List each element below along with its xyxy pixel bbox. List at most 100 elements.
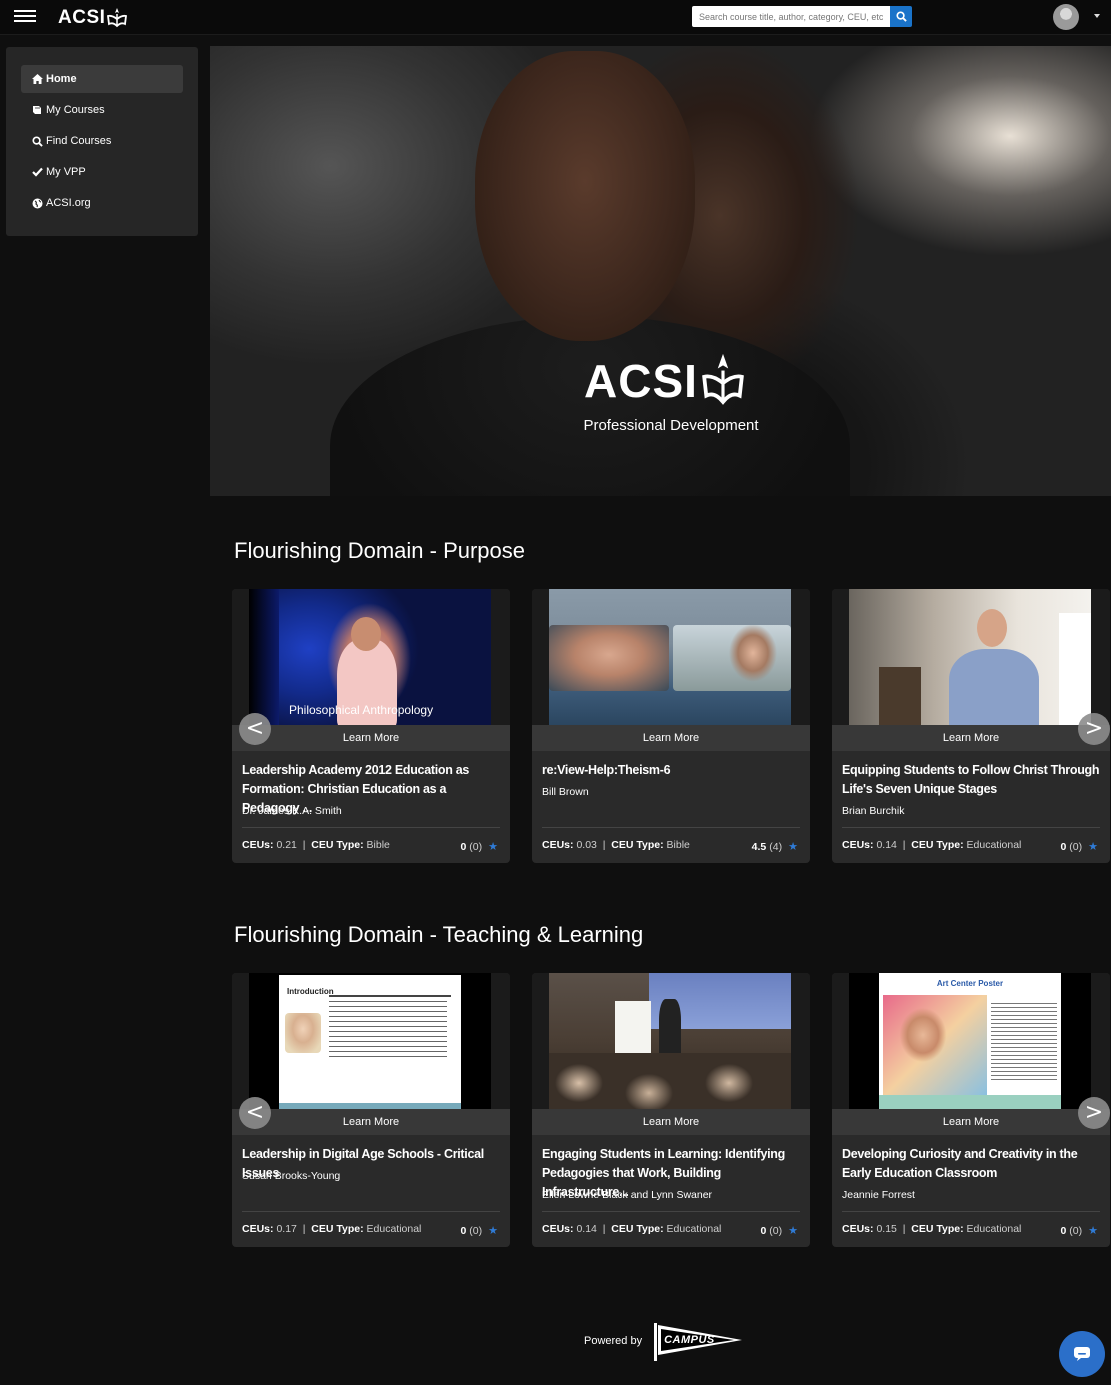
ceu-type-value: Bible bbox=[666, 839, 690, 851]
course-author: Bill Brown bbox=[542, 786, 589, 798]
divider bbox=[842, 1211, 1100, 1212]
ceus-label: CEUs: bbox=[842, 839, 874, 851]
sidebar-item-acsi-org[interactable]: ACSI.org bbox=[21, 189, 183, 217]
sidebar-item-label: ACSI.org bbox=[46, 197, 91, 209]
learn-more-button[interactable]: Learn More bbox=[532, 1109, 810, 1135]
learn-more-button[interactable]: Learn More bbox=[232, 725, 510, 751]
course-meta: CEUs: 0.15 | CEU Type: Educational bbox=[842, 1223, 1022, 1235]
course-card[interactable]: Introduction Learn More Leadership in Di… bbox=[232, 973, 510, 1247]
hamburger-menu-icon[interactable] bbox=[14, 10, 36, 24]
top-navbar: ACSI bbox=[0, 0, 1111, 35]
course-card[interactable]: Philosophical Anthropology Learn More Le… bbox=[232, 589, 510, 863]
ceu-type-label: CEU Type: bbox=[611, 1223, 664, 1235]
course-thumbnail: Philosophical Anthropology bbox=[249, 589, 491, 725]
course-author: Ellen Lowrie Black and Lynn Swaner bbox=[542, 1189, 713, 1201]
course-meta: CEUs: 0.14 | CEU Type: Educational bbox=[542, 1223, 722, 1235]
course-thumbnail: Introduction bbox=[249, 973, 491, 1109]
course-thumbnail bbox=[549, 589, 791, 725]
chat-support-button[interactable] bbox=[1059, 1331, 1105, 1377]
course-title[interactable]: Developing Curiosity and Creativity in t… bbox=[842, 1145, 1100, 1183]
star-icon: ★ bbox=[1088, 1224, 1098, 1237]
star-icon: ★ bbox=[788, 840, 798, 853]
carousel-prev-button[interactable]: < bbox=[239, 713, 271, 745]
ceus-value: 0.17 bbox=[276, 1223, 297, 1235]
sidebar-item-my-courses[interactable]: My Courses bbox=[21, 96, 183, 124]
ceu-type-value: Educational bbox=[666, 1223, 722, 1235]
ceu-type-label: CEU Type: bbox=[311, 839, 364, 851]
carousel-prev-button[interactable]: < bbox=[239, 1097, 271, 1129]
sidebar-item-my-vpp[interactable]: My VPP bbox=[21, 158, 183, 186]
star-icon: ★ bbox=[488, 1224, 498, 1237]
hero-photo-person bbox=[475, 51, 695, 341]
campus-logo[interactable]: CAMPUS bbox=[648, 1321, 744, 1361]
rating-count: (0) bbox=[769, 1224, 783, 1237]
ceus-label: CEUs: bbox=[842, 1223, 874, 1235]
course-author: Dr. James K.A. Smith bbox=[242, 805, 342, 817]
course-rating: 0 (0) ★ bbox=[760, 1224, 798, 1237]
course-meta: CEUs: 0.14 | CEU Type: Educational bbox=[842, 839, 1022, 851]
ceus-label: CEUs: bbox=[542, 1223, 574, 1235]
ceu-type-label: CEU Type: bbox=[911, 1223, 964, 1235]
sidebar-item-find-courses[interactable]: Find Courses bbox=[21, 127, 183, 155]
ceu-type-value: Bible bbox=[366, 839, 390, 851]
hero-subtitle: Professional Development bbox=[583, 417, 759, 434]
thumbnail-caption: Art Center Poster bbox=[936, 979, 1004, 988]
hero-banner: ACSI Professional Development bbox=[210, 46, 1111, 496]
ceus-label: CEUs: bbox=[242, 1223, 274, 1235]
ceu-type-value: Educational bbox=[966, 839, 1022, 851]
course-meta: CEUs: 0.21 | CEU Type: Bible bbox=[242, 839, 390, 851]
acsi-emblem-icon bbox=[702, 353, 744, 405]
section-title-purpose: Flourishing Domain - Purpose bbox=[234, 538, 526, 563]
user-avatar[interactable] bbox=[1053, 4, 1079, 30]
rating-count: (0) bbox=[1069, 1224, 1083, 1237]
section-title-teaching-learning: Flourishing Domain - Teaching & Learning bbox=[234, 922, 644, 947]
course-thumbnail bbox=[849, 589, 1091, 725]
ceu-type-label: CEU Type: bbox=[611, 839, 664, 851]
ceus-label: CEUs: bbox=[242, 839, 274, 851]
chat-icon bbox=[1074, 1347, 1090, 1361]
course-rating: 0 (0) ★ bbox=[460, 840, 498, 853]
search-input[interactable] bbox=[692, 6, 890, 27]
carousel-next-button[interactable]: > bbox=[1078, 1097, 1110, 1129]
powered-by-footer: Powered by CAMPUS bbox=[584, 1321, 744, 1361]
course-title[interactable]: Equipping Students to Follow Christ Thro… bbox=[842, 761, 1100, 799]
thumbnail-caption: Introduction bbox=[287, 987, 334, 996]
sidebar-nav: Home My Courses Find Courses My VPP ACSI… bbox=[6, 47, 198, 236]
star-icon: ★ bbox=[788, 1224, 798, 1237]
star-icon: ★ bbox=[488, 840, 498, 853]
learn-more-button[interactable]: Learn More bbox=[832, 1109, 1110, 1135]
course-meta: CEUs: 0.17 | CEU Type: Educational bbox=[242, 1223, 422, 1235]
sidebar-item-label: Home bbox=[46, 73, 77, 85]
course-rating: 0 (0) ★ bbox=[1060, 840, 1098, 853]
rating-value: 0 bbox=[460, 840, 467, 853]
book-icon bbox=[31, 105, 43, 115]
ceus-value: 0.03 bbox=[576, 839, 597, 851]
course-card[interactable]: Learn More Equipping Students to Follow … bbox=[832, 589, 1110, 863]
course-author: Susan Brooks-Young bbox=[242, 1170, 341, 1182]
ceus-value: 0.14 bbox=[876, 839, 897, 851]
search-button[interactable] bbox=[890, 6, 912, 27]
course-meta: CEUs: 0.03 | CEU Type: Bible bbox=[542, 839, 690, 851]
learn-more-button[interactable]: Learn More bbox=[532, 725, 810, 751]
sidebar-item-label: My VPP bbox=[46, 166, 86, 178]
caret-down-icon[interactable] bbox=[1094, 14, 1100, 18]
learn-more-button[interactable]: Learn More bbox=[232, 1109, 510, 1135]
check-icon bbox=[31, 167, 43, 177]
brand-logo[interactable]: ACSI bbox=[58, 6, 128, 30]
course-card[interactable]: Learn More re:View-Help:Theism-6 Bill Br… bbox=[532, 589, 810, 863]
ceus-value: 0.14 bbox=[576, 1223, 597, 1235]
course-title[interactable]: re:View-Help:Theism-6 bbox=[542, 761, 800, 780]
sidebar-item-home[interactable]: Home bbox=[21, 65, 183, 93]
globe-icon bbox=[31, 198, 43, 209]
carousel-next-button[interactable]: > bbox=[1078, 713, 1110, 745]
course-rating: 4.5 (4) ★ bbox=[752, 840, 798, 853]
course-card[interactable]: Art Center Poster Learn More Developing … bbox=[832, 973, 1110, 1247]
rating-count: (0) bbox=[469, 1224, 483, 1237]
divider bbox=[242, 827, 500, 828]
hero-logo-text: ACSI bbox=[584, 355, 698, 407]
learn-more-button[interactable]: Learn More bbox=[832, 725, 1110, 751]
course-card[interactable]: Learn More Engaging Students in Learning… bbox=[532, 973, 810, 1247]
home-icon bbox=[31, 74, 43, 84]
hero-logo: ACSI Professional Development bbox=[565, 351, 765, 434]
search-icon bbox=[31, 135, 43, 147]
